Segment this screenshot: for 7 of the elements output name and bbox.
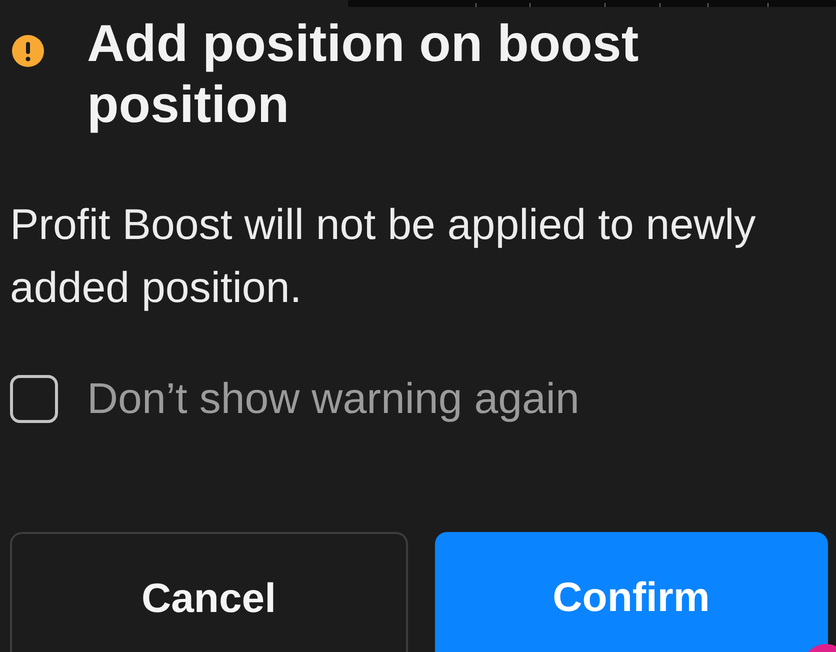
confirm-button[interactable]: Confirm — [434, 532, 828, 652]
dialog-title: Add position on boost position — [87, 14, 640, 136]
checkbox[interactable] — [10, 375, 58, 423]
warning-icon — [12, 35, 44, 67]
cancel-button[interactable]: Cancel — [10, 532, 408, 652]
checkbox-label[interactable]: Don’t show warning again — [87, 375, 580, 423]
warning-message: Profit Boost will not be applied to newly added position. — [10, 200, 757, 314]
